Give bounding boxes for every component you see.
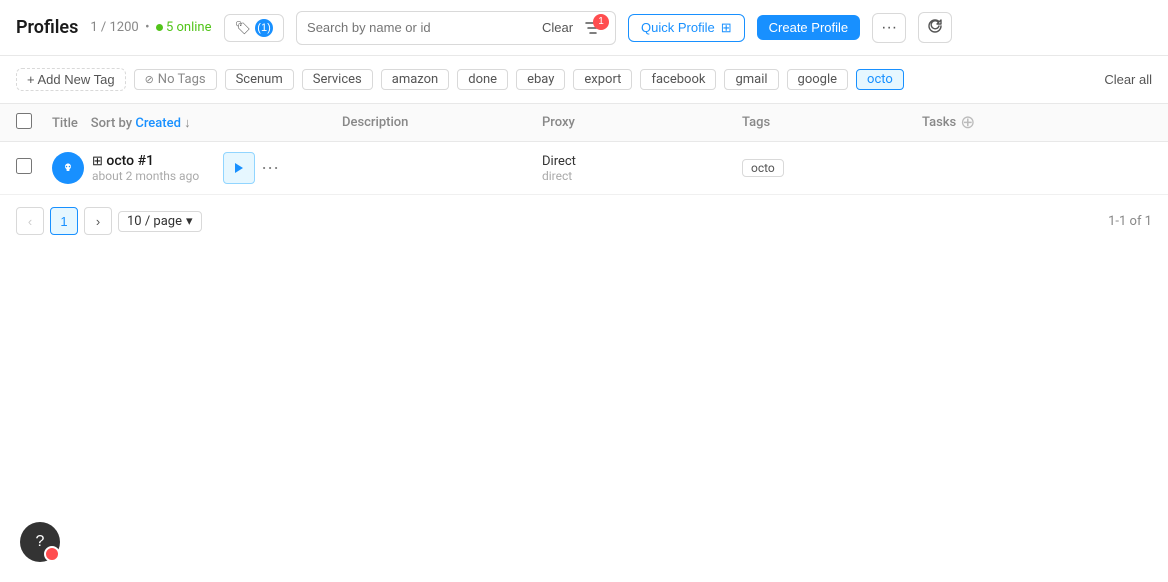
row-proxy: Direct direct (542, 154, 742, 183)
create-profile-label: Create Profile (769, 20, 848, 35)
windows-icon: ⊞ (721, 20, 732, 36)
row-tags: octo (742, 159, 922, 177)
next-page-button[interactable]: › (84, 207, 112, 235)
tag-chip-export[interactable]: export (573, 69, 632, 90)
profile-time: about 2 months ago (92, 169, 199, 183)
filter-badge: 1 (593, 14, 609, 30)
tag-chip-amazon[interactable]: amazon (381, 69, 449, 90)
profile-name: octo #1 (106, 153, 154, 169)
table-row: ⊞ octo #1 about 2 months ago ⋯ Direct di… (0, 142, 1168, 195)
page-title: Profiles (16, 17, 78, 38)
tag-chip-services[interactable]: Services (302, 69, 373, 90)
tag-chip-scenum[interactable]: Scenum (225, 69, 294, 90)
avatar (52, 152, 84, 184)
create-profile-button[interactable]: Create Profile (757, 15, 860, 40)
add-task-button[interactable]: ⊕ (960, 112, 975, 133)
tag-filter-badge: (1) (255, 19, 273, 37)
profile-details: ⊞ octo #1 about 2 months ago (92, 153, 199, 183)
refresh-icon (927, 18, 943, 34)
pagination-info: 1-1 of 1 (1108, 214, 1152, 229)
search-input[interactable] (307, 20, 534, 35)
row-more-button[interactable]: ⋯ (261, 158, 279, 179)
profile-info: ⊞ octo #1 about 2 months ago ⋯ (52, 152, 342, 184)
col-tasks: Tasks ⊕ (922, 112, 1102, 133)
proxy-main: Direct (542, 154, 742, 169)
col-tags: Tags (742, 115, 922, 130)
select-all-checkbox[interactable] (16, 113, 32, 129)
tag-chip-ebay[interactable]: ebay (516, 69, 565, 90)
sort-label: Sort by Created ↓ (91, 116, 191, 131)
quick-profile-button[interactable]: Quick Profile ⊞ (628, 14, 745, 42)
col-proxy: Proxy (542, 115, 742, 130)
row-checkbox[interactable] (16, 158, 32, 174)
tag-chip-google[interactable]: google (787, 69, 848, 90)
online-badge: 5 online (156, 20, 212, 35)
clear-all-tags-button[interactable]: Clear all (1104, 72, 1152, 87)
table-header: Title Sort by Created ↓ Description Prox… (0, 104, 1168, 142)
play-icon (234, 162, 244, 174)
tag-chip-done[interactable]: done (457, 69, 508, 90)
tag-chip-octo[interactable]: octo (856, 69, 904, 90)
tag-chip-facebook[interactable]: facebook (640, 69, 716, 90)
help-button[interactable]: ? (20, 522, 60, 562)
more-options-button[interactable]: ··· (872, 13, 906, 43)
page-size-select[interactable]: 10 / page ▾ (118, 211, 202, 232)
tags-bar: + Add New Tag ⊘ No Tags Scenum Services … (0, 56, 1168, 104)
tag-icon: 🏷 (235, 20, 252, 36)
pagination: ‹ 1 › 10 / page ▾ 1-1 of 1 (0, 195, 1168, 247)
add-new-tag-button[interactable]: + Add New Tag (16, 68, 126, 91)
tag-chip-gmail[interactable]: gmail (724, 69, 778, 90)
search-bar: Clear 1 (296, 11, 616, 45)
col-title: Title Sort by Created ↓ (52, 115, 342, 131)
row-tag-pill: octo (742, 159, 784, 177)
os-windows-icon: ⊞ (92, 154, 103, 169)
prev-page-button[interactable]: ‹ (16, 207, 44, 235)
table-body: ⊞ octo #1 about 2 months ago ⋯ Direct di… (0, 142, 1168, 195)
clear-search-button[interactable]: Clear (542, 20, 573, 35)
refresh-button[interactable] (918, 12, 952, 43)
row-actions: ⋯ (223, 152, 279, 184)
proxy-sub: direct (542, 169, 742, 183)
profile-count: 1 / 1200 • 5 online (90, 20, 211, 35)
row-checkbox-cell (16, 158, 52, 178)
no-tags-icon: ⊘ (145, 73, 154, 86)
col-description: Description (342, 115, 542, 130)
chevron-down-icon: ▾ (186, 214, 193, 229)
tag-chip-no-tags[interactable]: ⊘ No Tags (134, 69, 217, 90)
play-button[interactable] (223, 152, 255, 184)
octo-icon (59, 159, 77, 177)
quick-profile-label: Quick Profile (641, 20, 715, 35)
tag-filter-button[interactable]: 🏷 (1) (224, 14, 285, 42)
filter-icon-button[interactable]: 1 (581, 16, 605, 40)
page-1-button[interactable]: 1 (50, 207, 78, 235)
header: Profiles 1 / 1200 • 5 online 🏷 (1) Clear… (0, 0, 1168, 56)
help-icon: ? (36, 533, 45, 551)
select-all-cell (16, 113, 52, 133)
